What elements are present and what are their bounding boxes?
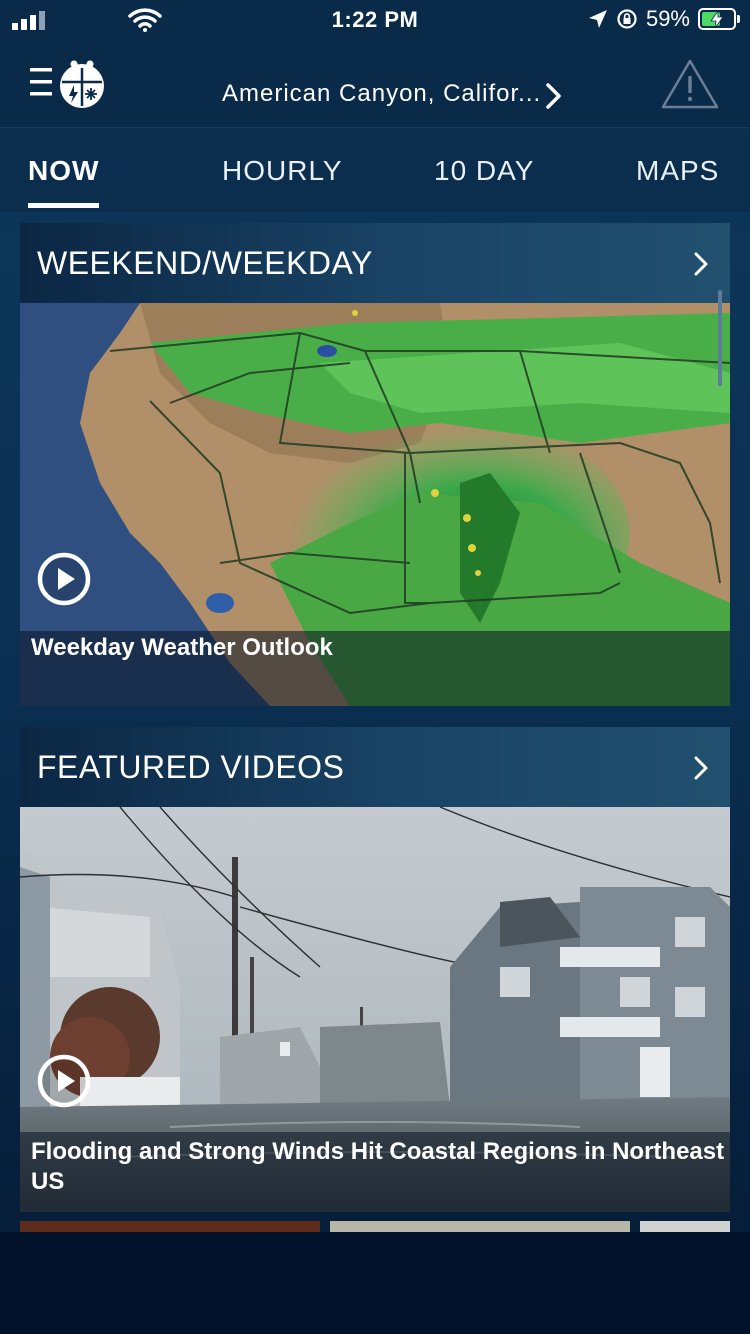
tab-hourly[interactable]: HOURLY — [222, 155, 343, 187]
battery-percent: 59% — [645, 6, 690, 31]
tab-bar: NOW HOURLY 10 DAY MAPS — [0, 129, 750, 212]
active-tab-indicator — [28, 203, 99, 208]
battery-charging-icon — [698, 8, 740, 30]
rotation-lock-icon — [617, 9, 637, 29]
tab-maps[interactable]: MAPS — [636, 155, 719, 187]
radar-map-video[interactable]: Weekday Weather Outlook — [20, 303, 730, 706]
video-caption: Weekday Weather Outlook — [31, 634, 333, 661]
menu-button[interactable] — [28, 56, 108, 112]
card-header[interactable]: FEATURED VIDEOS — [20, 727, 730, 807]
play-icon[interactable] — [36, 551, 92, 607]
status-bar: 1:22 PM 59% — [0, 0, 750, 40]
play-icon[interactable] — [36, 1053, 92, 1109]
scroll-indicator[interactable] — [718, 290, 722, 386]
app-screen: 1:22 PM 59% American Canyon, Califor... … — [0, 0, 750, 1334]
app-logo-icon — [60, 60, 104, 108]
video-caption: Flooding and Strong Winds Hit Coastal Re… — [31, 1138, 725, 1195]
flooded-street-video[interactable]: Flooding and Strong Winds Hit Coastal Re… — [20, 806, 730, 1212]
card-title: WEEKEND/WEEKDAY — [37, 245, 373, 281]
location-selector[interactable]: American Canyon, Califor... — [222, 80, 541, 108]
alert-triangle-icon[interactable] — [660, 58, 720, 110]
location-arrow-icon — [588, 10, 607, 28]
tab-now[interactable]: NOW — [28, 155, 99, 187]
bottom-area — [0, 1232, 750, 1334]
chevron-right-icon[interactable] — [544, 82, 564, 110]
featured-videos-card[interactable]: FEATURED VIDEOS Flooding and Strong Wind… — [20, 727, 730, 1212]
card-title: FEATURED VIDEOS — [37, 749, 345, 785]
menu-icon — [30, 68, 52, 96]
card-header[interactable]: WEEKEND/WEEKDAY — [20, 223, 730, 303]
tab-10-day[interactable]: 10 DAY — [434, 155, 534, 187]
chevron-right-icon[interactable] — [692, 755, 710, 781]
chevron-right-icon[interactable] — [692, 251, 710, 277]
weekend-weekday-card[interactable]: WEEKEND/WEEKDAY Weekday Weather Outlook — [20, 223, 730, 706]
app-header: American Canyon, Califor... — [0, 40, 750, 128]
